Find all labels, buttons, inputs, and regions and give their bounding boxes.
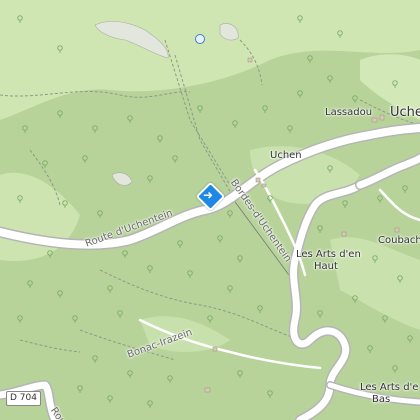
place-label-les-arts-bas-line1: Les Arts d'e [360,382,419,393]
place-label-les-arts-haut-line2: Haut [314,261,338,272]
place-label-coubach: Coubach [378,235,420,246]
road-shield-d704: D 704 [6,391,41,406]
arrow-icon: ➜ [203,188,214,202]
poi-icon[interactable] [195,34,205,44]
map-canvas[interactable]: Uchen Lassadou Uche Coubach Les Arts d'e… [0,0,420,420]
place-label-lassadou: Lassadou [325,107,373,118]
place-label-les-arts-haut-line1: Les Arts d'en [296,249,361,260]
place-label-les-arts-bas-line2: Bas [372,394,391,405]
directions-marker-button[interactable]: ➜ [195,181,226,212]
place-label-uchen: Uchen [270,150,302,161]
place-label-uchen-edge: Uche [390,105,420,120]
